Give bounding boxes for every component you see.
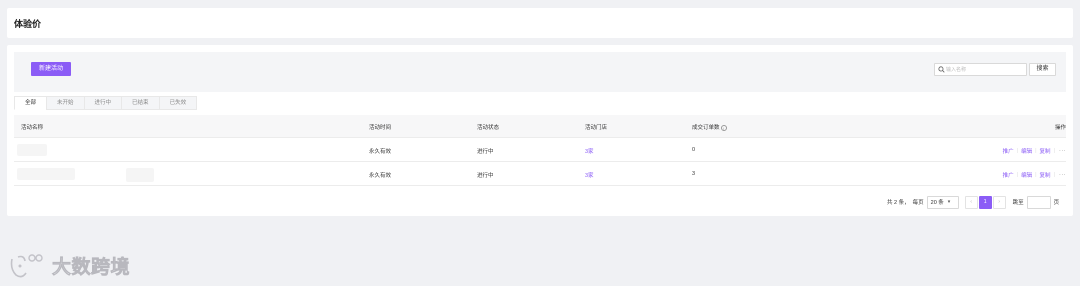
main-panel: 新建活动 搜索 全部 未开始 进行中 已结束 已失效 活动名称 活动时间 活动状… xyxy=(7,45,1073,216)
divider: | xyxy=(1016,172,1019,178)
copy-link[interactable]: 复制 xyxy=(1040,147,1051,155)
jump-page-input[interactable] xyxy=(1026,195,1051,209)
search-button[interactable]: 搜索 xyxy=(1029,63,1056,76)
header-orders: 成交订单数 i xyxy=(692,123,727,131)
header-actions: 操作 xyxy=(1054,125,1066,131)
name-placeholder xyxy=(126,168,154,182)
search-icon xyxy=(938,66,945,73)
total-count: 共 2 条， xyxy=(887,200,910,206)
table-row: 永久有效 进行中 3家 3 推广 | 编辑 | 复制 | ··· xyxy=(14,162,1066,186)
header-name: 活动名称 xyxy=(21,125,44,131)
chevron-right-icon: › xyxy=(998,198,1001,205)
cell-orders: 3 xyxy=(692,171,696,177)
search-input[interactable] xyxy=(946,64,1024,75)
prev-page-button[interactable]: ‹ xyxy=(964,195,978,209)
tab-in-progress[interactable]: 进行中 xyxy=(83,96,122,110)
tab-not-started[interactable]: 未开始 xyxy=(46,96,84,110)
page-size-value: 20 条 xyxy=(930,200,944,206)
pagination: 共 2 条， 每页 20 条 ▾ ‹ 1 › 跳至 页 xyxy=(887,195,1059,209)
table-header: 活动名称 活动时间 活动状态 活动门店 成交订单数 i 操作 xyxy=(14,115,1066,138)
search-input-box[interactable] xyxy=(934,63,1027,76)
tab-ended[interactable]: 已结束 xyxy=(121,96,159,110)
header-status: 活动状态 xyxy=(477,125,500,131)
page-title: 体验价 xyxy=(14,19,42,29)
name-placeholder xyxy=(17,168,75,180)
divider: | xyxy=(1053,148,1055,154)
new-activity-button[interactable]: 新建活动 xyxy=(31,62,71,76)
header-stores: 活动门店 xyxy=(585,125,608,131)
row-actions: 推广 | 编辑 | 复制 | ··· xyxy=(1003,147,1066,155)
promote-link[interactable]: 推广 xyxy=(1003,171,1014,179)
divider: | xyxy=(1016,148,1019,154)
cell-stores-link[interactable]: 3家 xyxy=(585,171,594,179)
cell-time: 永久有效 xyxy=(369,173,392,179)
divider: | xyxy=(1035,148,1037,154)
tab-all[interactable]: 全部 xyxy=(14,96,47,110)
info-icon[interactable]: i xyxy=(720,124,727,131)
caret-down-icon: ▾ xyxy=(947,199,951,205)
per-page-label: 每页 xyxy=(912,200,924,206)
copy-link[interactable]: 复制 xyxy=(1040,171,1051,179)
tab-expired[interactable]: 已失效 xyxy=(158,96,198,110)
cell-orders: 0 xyxy=(692,147,696,153)
page-unit-label: 页 xyxy=(1053,200,1060,206)
watermark-text: 大数跨境 xyxy=(52,257,131,279)
header-time: 活动时间 xyxy=(369,125,392,131)
cell-stores-link[interactable]: 3家 xyxy=(585,147,594,155)
cell-status: 进行中 xyxy=(477,173,494,179)
brand-logo-icon xyxy=(10,253,43,277)
watermark: 大数跨境 xyxy=(8,252,130,279)
header-orders-label: 成交订单数 xyxy=(692,125,720,131)
page-button[interactable]: 1 xyxy=(978,195,992,209)
more-icon[interactable]: ··· xyxy=(1059,172,1066,178)
page-header: 体验价 xyxy=(7,8,1073,38)
activity-table: 活动名称 活动时间 活动状态 活动门店 成交订单数 i 操作 永久有效 进行中 3… xyxy=(14,115,1066,186)
next-page-button[interactable]: › xyxy=(992,195,1006,209)
cell-status: 进行中 xyxy=(477,149,494,155)
toolbar: 新建活动 搜索 xyxy=(14,52,1066,92)
page-size-select[interactable]: 20 条 ▾ xyxy=(926,195,959,209)
name-placeholder xyxy=(17,144,47,156)
row-actions: 推广 | 编辑 | 复制 | ··· xyxy=(1003,171,1066,179)
edit-link[interactable]: 编辑 xyxy=(1021,147,1032,155)
more-icon[interactable]: ··· xyxy=(1059,148,1066,154)
chevron-left-icon: ‹ xyxy=(970,198,973,205)
promote-link[interactable]: 推广 xyxy=(1003,147,1014,155)
cell-time: 永久有效 xyxy=(369,149,392,155)
divider: | xyxy=(1035,172,1037,178)
divider: | xyxy=(1053,172,1055,178)
table-row: 永久有效 进行中 3家 0 推广 | 编辑 | 复制 | ··· xyxy=(14,138,1066,162)
jump-label: 跳至 xyxy=(1012,200,1024,206)
status-tabs: 全部 未开始 进行中 已结束 已失效 xyxy=(14,96,198,110)
edit-link[interactable]: 编辑 xyxy=(1021,171,1032,179)
